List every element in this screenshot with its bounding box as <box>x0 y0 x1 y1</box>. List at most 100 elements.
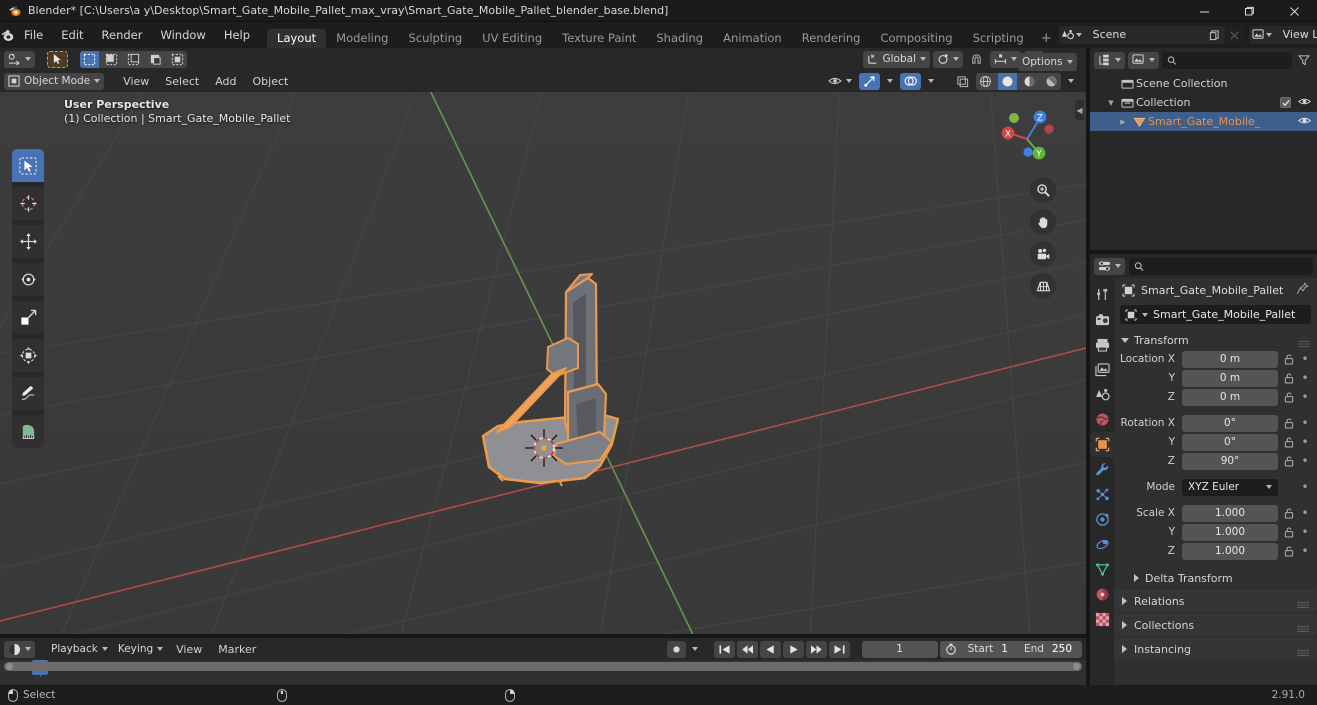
workspace-tab-shading[interactable]: Shading <box>646 29 713 48</box>
collections-panel[interactable]: Collections <box>1114 614 1317 636</box>
workspace-tab-uv-editing[interactable]: UV Editing <box>472 29 552 48</box>
solid-shading-icon[interactable] <box>998 72 1017 90</box>
select-extend-icon[interactable] <box>102 51 121 68</box>
rotation-z-value[interactable]: 90° <box>1182 452 1278 470</box>
transform-panel-header[interactable]: Transform <box>1114 330 1317 350</box>
texture-tab[interactable] <box>1090 607 1114 632</box>
view-axis-gizmo[interactable]: Z X Y <box>992 102 1062 172</box>
expand-triangle-closed-icon[interactable]: ▶ <box>1116 118 1130 126</box>
close-button[interactable] <box>1272 0 1317 22</box>
timeline-menu-view[interactable]: View <box>169 641 209 658</box>
gizmo-dropdown[interactable] <box>883 73 897 90</box>
minimize-button[interactable] <box>1182 0 1227 22</box>
next-keyframe-button[interactable] <box>805 640 827 658</box>
viewport-menu-select[interactable]: Select <box>158 73 206 90</box>
menu-render[interactable]: Render <box>93 22 152 48</box>
lock-icon[interactable] <box>1282 417 1295 429</box>
workspace-tab-scripting[interactable]: Scripting <box>963 29 1034 48</box>
viewport-menu-object[interactable]: Object <box>246 73 296 90</box>
workspace-tab-rendering[interactable]: Rendering <box>792 29 871 48</box>
rotation-mode-selector[interactable]: XYZ Euler <box>1182 478 1278 496</box>
lock-icon[interactable] <box>1282 391 1295 403</box>
move-tool[interactable] <box>12 225 44 258</box>
scale-x-value[interactable]: 1.000 <box>1182 504 1278 522</box>
camera-view-icon[interactable] <box>1030 241 1056 267</box>
lock-icon[interactable] <box>1282 526 1295 538</box>
instancing-panel[interactable]: Instancing <box>1114 638 1317 660</box>
object-data-tab[interactable] <box>1090 557 1114 582</box>
viewport-menu-add[interactable]: Add <box>208 73 243 90</box>
editor-divider-horizontal-left[interactable] <box>0 634 1086 638</box>
scale-z-value[interactable]: 1.000 <box>1182 542 1278 560</box>
animate-property-dot[interactable]: • <box>1299 390 1311 404</box>
editor-type-selector[interactable] <box>4 50 35 68</box>
timeline-menu-playback[interactable]: Playback <box>47 641 112 658</box>
toggle-ortho-icon[interactable] <box>1030 273 1056 299</box>
snap-magnet-toggle[interactable] <box>966 51 987 68</box>
play-button[interactable] <box>782 640 804 658</box>
viewport-options-button[interactable]: Options <box>1018 53 1077 71</box>
start-frame-value[interactable]: 1 <box>999 643 1018 655</box>
workspace-tab-sculpting[interactable]: Sculpting <box>398 29 472 48</box>
wireframe-shading-icon[interactable] <box>976 73 995 90</box>
timeline-scrollbar[interactable] <box>4 662 1082 671</box>
collection-checkbox[interactable] <box>1280 97 1291 108</box>
relations-panel[interactable]: Relations <box>1114 590 1317 612</box>
visibility-selector[interactable] <box>824 73 856 90</box>
animate-property-dot[interactable]: • <box>1299 371 1311 385</box>
animate-property-dot[interactable]: • <box>1299 506 1311 520</box>
overlays-toggle[interactable] <box>900 72 921 90</box>
delta-transform-panel[interactable]: Delta Transform <box>1114 568 1317 588</box>
select-difference-icon[interactable] <box>146 51 165 68</box>
pan-hand-icon[interactable] <box>1030 209 1056 235</box>
object-name-field[interactable]: Smart_Gate_Mobile_Pallet <box>1120 305 1311 324</box>
expand-triangle-open-icon[interactable]: ▼ <box>1104 99 1118 107</box>
particles-tab[interactable] <box>1090 482 1114 507</box>
lock-icon[interactable] <box>1282 372 1295 384</box>
pivot-point-selector[interactable] <box>933 50 963 68</box>
hide-in-viewport-eye-icon[interactable] <box>1298 96 1311 110</box>
jump-to-end-button[interactable] <box>828 640 850 658</box>
scale-tool[interactable] <box>12 301 44 334</box>
material-tab[interactable] <box>1090 582 1114 607</box>
outliner-row-scene-collection[interactable]: Scene Collection <box>1090 74 1317 93</box>
scale-y-value[interactable]: 1.000 <box>1182 523 1278 541</box>
lock-icon[interactable] <box>1282 455 1295 467</box>
outliner-filter-icon[interactable] <box>1295 54 1313 66</box>
measure-tool[interactable] <box>12 415 44 448</box>
constraints-tab[interactable] <box>1090 532 1114 557</box>
view-layer-name[interactable]: View Layer <box>1274 26 1317 44</box>
sidebar-collapse-arrow[interactable]: ◀ <box>1075 100 1084 120</box>
outliner-display-mode-selector[interactable] <box>1128 51 1159 69</box>
rotation-y-value[interactable]: 0° <box>1182 433 1278 451</box>
properties-search-input[interactable] <box>1148 260 1308 272</box>
outliner-search-box[interactable] <box>1162 51 1292 69</box>
menu-file[interactable]: File <box>15 22 52 48</box>
view-layer-icon[interactable] <box>1248 26 1275 44</box>
hide-in-viewport-eye-icon[interactable] <box>1298 115 1311 129</box>
tweak-tool-indicator[interactable] <box>47 50 68 68</box>
use-preview-range-icon[interactable] <box>940 643 962 655</box>
properties-search-box[interactable] <box>1129 257 1313 275</box>
world-tab[interactable] <box>1090 407 1114 432</box>
rotate-tool[interactable] <box>12 263 44 296</box>
lock-icon[interactable] <box>1282 436 1295 448</box>
location-z-value[interactable]: 0 m <box>1182 388 1278 406</box>
add-workspace-button[interactable]: + <box>1034 29 1059 48</box>
animate-property-dot[interactable]: • <box>1299 525 1311 539</box>
tweak-select-tool[interactable] <box>12 149 44 182</box>
render-tab[interactable] <box>1090 307 1114 332</box>
animate-property-dot[interactable]: • <box>1299 480 1311 494</box>
prev-keyframe-button[interactable] <box>736 640 758 658</box>
outliner-row-collection[interactable]: ▼ Collection <box>1090 93 1317 112</box>
physics-tab[interactable] <box>1090 507 1114 532</box>
animate-property-dot[interactable]: • <box>1299 352 1311 366</box>
cursor-tool[interactable] <box>12 187 44 220</box>
outliner-search-input[interactable] <box>1180 54 1287 66</box>
animate-property-dot[interactable]: • <box>1299 544 1311 558</box>
animate-property-dot[interactable]: • <box>1299 454 1311 468</box>
pin-icon[interactable] <box>1296 282 1309 298</box>
timeline-menu-marker[interactable]: Marker <box>211 641 263 658</box>
rendered-shading-icon[interactable] <box>1042 73 1061 90</box>
modifier-tab[interactable] <box>1090 457 1114 482</box>
